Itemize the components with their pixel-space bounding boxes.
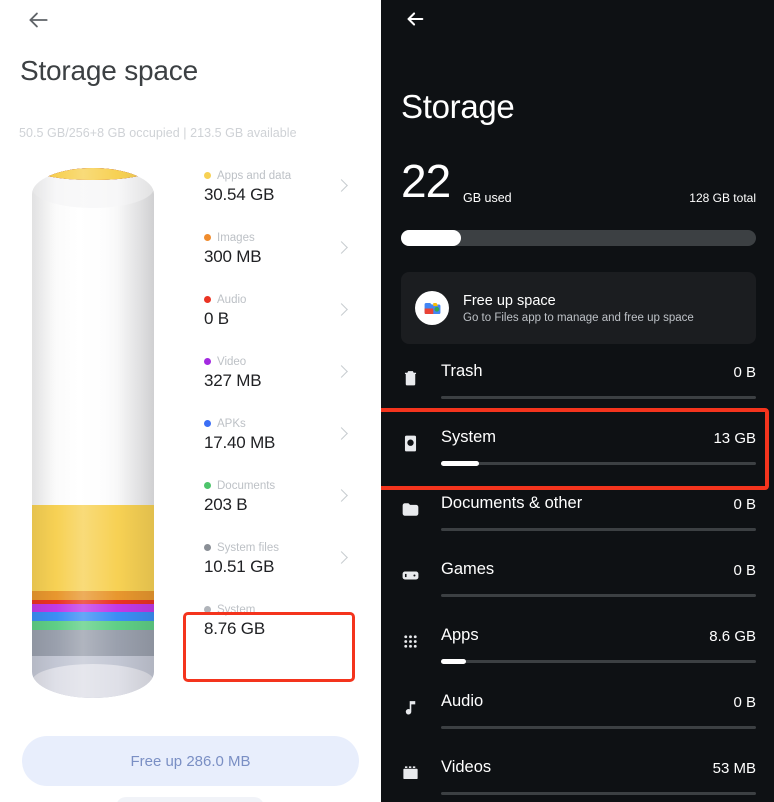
storage-category-item-right[interactable]: Apps 8.6 GB: [381, 616, 774, 682]
category-value: 0 B: [733, 694, 756, 711]
category-progress-bar: [441, 792, 756, 795]
category-label: Video: [217, 355, 247, 368]
category-value: 0 B: [733, 364, 756, 381]
files-app-icon: [415, 291, 449, 325]
category-label: System: [217, 603, 256, 616]
category-progress-bar: [441, 528, 756, 531]
partial-button-below[interactable]: [116, 797, 264, 802]
storage-cylinder-chart: [32, 168, 164, 708]
category-label: Videos: [441, 758, 492, 776]
category-header: System: [204, 602, 364, 617]
folder-icon: [399, 498, 421, 520]
category-value: 0 B: [733, 496, 756, 513]
storage-total-progress-bar: [401, 230, 756, 246]
cylinder-segment: [32, 612, 154, 621]
left-storage-space-panel: Storage space 50.5 GB/256+8 GB occupied …: [0, 0, 381, 802]
category-label: Audio: [217, 293, 247, 306]
cylinder-segment: [32, 630, 154, 656]
category-value: 13 GB: [713, 430, 756, 447]
storage-used-summary: 22 GB used 128 GB total: [401, 156, 756, 210]
free-up-button-left[interactable]: Free up 286.0 MB: [22, 736, 359, 786]
storage-category-item-right[interactable]: Audio 0 B: [381, 682, 774, 748]
storage-category-list-left: Apps and data 30.54 GB Images 300 MB Audio 0 …: [204, 168, 364, 664]
category-progress-bar: [441, 726, 756, 729]
storage-used-unit: GB used: [463, 191, 512, 205]
category-progress-fill: [441, 659, 467, 664]
free-up-space-card-title: Free up space: [463, 292, 556, 309]
storage-category-item-right[interactable]: Games 0 B: [381, 550, 774, 616]
trash-icon: [399, 366, 421, 388]
category-color-dot-icon: [204, 544, 211, 551]
category-label: Apps: [441, 626, 479, 644]
apps-grid-icon: [399, 630, 421, 652]
free-up-space-card[interactable]: Free up space Go to Files app to manage …: [401, 272, 756, 344]
category-value: 8.6 GB: [709, 628, 756, 645]
category-progress-fill: [441, 461, 479, 466]
category-label: Images: [217, 231, 255, 244]
storage-category-list-right: Trash 0 B System 13 GB Documents & other 0 BG…: [381, 352, 774, 802]
page-title-left: Storage space: [20, 55, 198, 86]
category-label: Games: [441, 560, 495, 578]
storage-category-item-right[interactable]: System 13 GB: [381, 418, 774, 484]
cylinder-bottom-cap: [32, 664, 154, 698]
storage-comparison-screenshot: Storage space 50.5 GB/256+8 GB occupied …: [0, 0, 774, 802]
category-progress-bar: [441, 659, 756, 664]
cylinder-segment: [32, 621, 154, 630]
category-label: System files: [217, 541, 279, 554]
storage-category-item-left[interactable]: Video 327 MB: [204, 354, 364, 416]
back-button-right[interactable]: [399, 5, 431, 37]
storage-used-number: 22: [401, 155, 451, 207]
category-color-dot-icon: [204, 420, 211, 427]
category-value: 0 B: [733, 562, 756, 579]
category-color-dot-icon: [204, 234, 211, 241]
storage-summary-text: 50.5 GB/256+8 GB occupied | 213.5 GB ava…: [19, 126, 297, 140]
storage-category-item-left[interactable]: Images 300 MB: [204, 230, 364, 292]
film-icon: [399, 762, 421, 784]
storage-category-item-left[interactable]: Documents 203 B: [204, 478, 364, 540]
category-label: APKs: [217, 417, 246, 430]
arrow-left-icon: [25, 7, 51, 38]
page-title-right: Storage: [401, 88, 515, 125]
storage-category-item-left[interactable]: System files 10.51 GB: [204, 540, 364, 602]
music-note-icon: [399, 696, 421, 718]
storage-category-item-left[interactable]: Apps and data 30.54 GB: [204, 168, 364, 230]
storage-total-progress-fill: [401, 230, 462, 246]
category-label: Documents: [217, 479, 276, 492]
back-button-left[interactable]: [22, 6, 54, 38]
arrow-left-icon: [404, 8, 426, 35]
category-value: 53 MB: [712, 760, 756, 777]
storage-category-item-left[interactable]: System 8.76 GB: [204, 602, 364, 664]
category-label: Audio: [441, 692, 484, 710]
category-color-dot-icon: [204, 606, 211, 613]
category-progress-bar: [441, 594, 756, 597]
free-up-space-card-subtitle: Go to Files app to manage and free up sp…: [463, 311, 694, 324]
gamepad-icon: [399, 564, 421, 586]
cylinder-segment: [32, 604, 154, 612]
cylinder-body: [32, 168, 154, 698]
category-progress-bar: [441, 461, 756, 466]
storage-category-item-right[interactable]: Documents & other 0 B: [381, 484, 774, 550]
storage-total-label: 128 GB total: [689, 191, 756, 205]
storage-category-item-right[interactable]: Trash 0 B: [381, 352, 774, 418]
right-storage-panel: Storage 22 GB used 128 GB total Free up …: [381, 0, 774, 802]
category-label: Apps and data: [217, 169, 292, 182]
category-label: System: [441, 428, 497, 446]
category-color-dot-icon: [204, 358, 211, 365]
category-progress-bar: [441, 396, 756, 399]
category-label: Trash: [441, 362, 483, 380]
category-color-dot-icon: [204, 296, 211, 303]
cylinder-segment: [32, 591, 154, 600]
category-label: Documents & other: [441, 494, 583, 512]
category-color-dot-icon: [204, 482, 211, 489]
cylinder-segment: [32, 600, 154, 604]
storage-category-item-left[interactable]: Audio 0 B: [204, 292, 364, 354]
category-value: 8.76 GB: [204, 619, 265, 638]
storage-category-item-left[interactable]: APKs 17.40 MB: [204, 416, 364, 478]
cylinder-segment: [32, 505, 154, 591]
device-icon: [399, 432, 421, 454]
storage-category-item-right[interactable]: Videos 53 MB: [381, 748, 774, 802]
category-color-dot-icon: [204, 172, 211, 179]
